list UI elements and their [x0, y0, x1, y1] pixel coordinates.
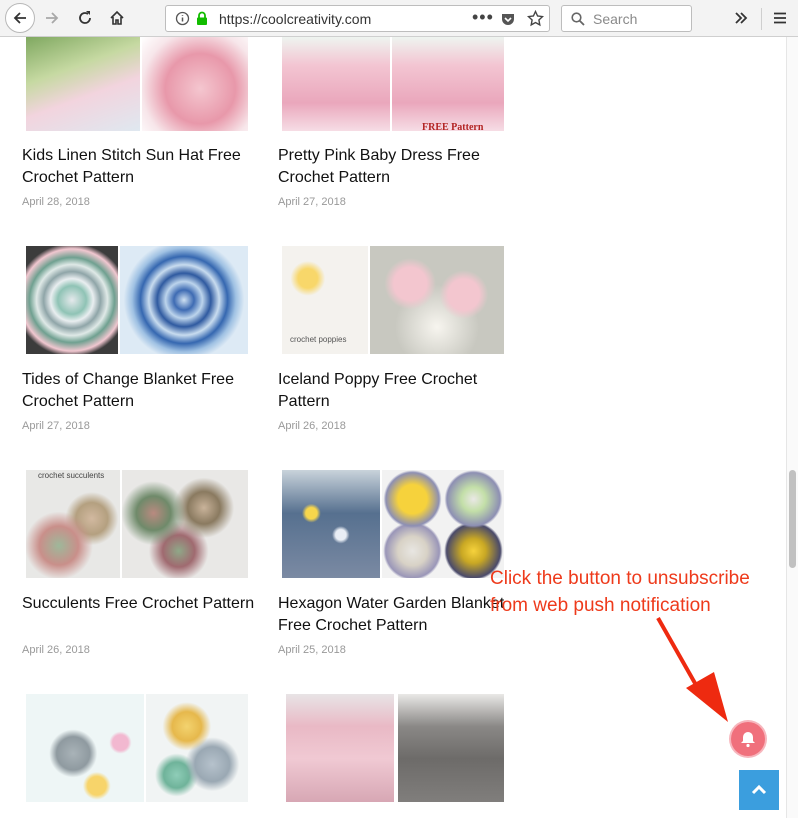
post-thumbnail[interactable] [282, 694, 504, 806]
post-thumbnail[interactable]: crochet succulents [26, 470, 248, 582]
chevron-up-icon [751, 784, 767, 795]
overflow-icon [735, 12, 748, 24]
bookmark-star-icon[interactable] [527, 10, 544, 27]
reload-icon [79, 11, 91, 24]
search-icon [571, 12, 585, 26]
reload-button[interactable] [71, 4, 99, 32]
post-thumbnail[interactable] [282, 470, 504, 582]
scrollbar-thumb[interactable] [789, 470, 796, 568]
image-caption: FREE Pattern [422, 122, 484, 133]
post-thumbnail[interactable] [26, 694, 248, 806]
post-thumbnail[interactable]: crochet poppies [282, 246, 504, 358]
post-image [370, 246, 504, 354]
browser-toolbar: https://coolcreativity.com ••• Search [0, 0, 798, 37]
home-button[interactable] [103, 4, 131, 32]
post-image [122, 470, 248, 578]
info-icon[interactable] [175, 11, 190, 26]
forward-icon [46, 12, 59, 24]
url-bar[interactable]: https://coolcreativity.com ••• [165, 5, 550, 32]
post-date: April 27, 2018 [22, 420, 90, 432]
post-image [26, 37, 140, 131]
post-title[interactable]: Tides of Change Blanket Free Crochet Pat… [22, 369, 262, 413]
post-thumbnail[interactable] [26, 37, 248, 131]
forward-button[interactable] [38, 4, 66, 32]
pocket-icon[interactable] [500, 11, 516, 27]
image-caption: crochet poppies [290, 335, 347, 344]
annotation-arrow-icon [656, 617, 728, 722]
notification-bell-button[interactable] [731, 722, 765, 756]
toolbar-separator [761, 8, 762, 30]
post-title[interactable]: Succulents Free Crochet Pattern [22, 593, 262, 615]
post-image [282, 37, 390, 131]
lock-icon [197, 11, 207, 25]
post-image [282, 470, 380, 578]
back-button[interactable] [5, 3, 35, 33]
post-title[interactable]: Iceland Poppy Free Crochet Pattern [278, 369, 518, 413]
post-image [142, 37, 248, 131]
menu-button[interactable] [766, 4, 794, 32]
home-icon [110, 10, 124, 25]
scroll-to-top-button[interactable] [739, 770, 779, 810]
post-date: April 28, 2018 [22, 196, 90, 208]
image-caption: crochet succulents [38, 471, 105, 480]
post-date: April 27, 2018 [278, 196, 346, 208]
post-thumbnail[interactable] [26, 246, 248, 358]
post-title[interactable]: Pretty Pink Baby Dress Free Crochet Patt… [278, 145, 518, 189]
post-image [392, 37, 504, 131]
post-image [120, 246, 248, 354]
search-box[interactable]: Search [561, 5, 692, 32]
bell-icon [741, 732, 755, 748]
overflow-button[interactable] [727, 4, 755, 32]
post-date: April 26, 2018 [22, 644, 90, 656]
post-image [286, 694, 394, 802]
post-title[interactable]: Hexagon Water Garden Blanket Free Croche… [278, 593, 518, 637]
post-image [26, 470, 120, 578]
post-title[interactable]: Kids Linen Stitch Sun Hat Free Crochet P… [22, 145, 262, 189]
post-image [26, 246, 118, 354]
scrollbar-track[interactable] [786, 37, 798, 818]
menu-icon [774, 12, 786, 24]
more-icon[interactable]: ••• [472, 7, 494, 28]
url-text[interactable]: https://coolcreativity.com [219, 11, 371, 27]
post-image [146, 694, 248, 802]
post-thumbnail[interactable]: FREE Pattern [282, 37, 504, 133]
search-placeholder[interactable]: Search [593, 11, 637, 27]
post-date: April 25, 2018 [278, 644, 346, 656]
post-image [398, 694, 504, 802]
post-image [382, 470, 504, 578]
post-image [26, 694, 144, 802]
post-date: April 26, 2018 [278, 420, 346, 432]
annotation-text: Click the button to unsubscribe from web… [490, 568, 750, 616]
back-icon [13, 12, 26, 24]
